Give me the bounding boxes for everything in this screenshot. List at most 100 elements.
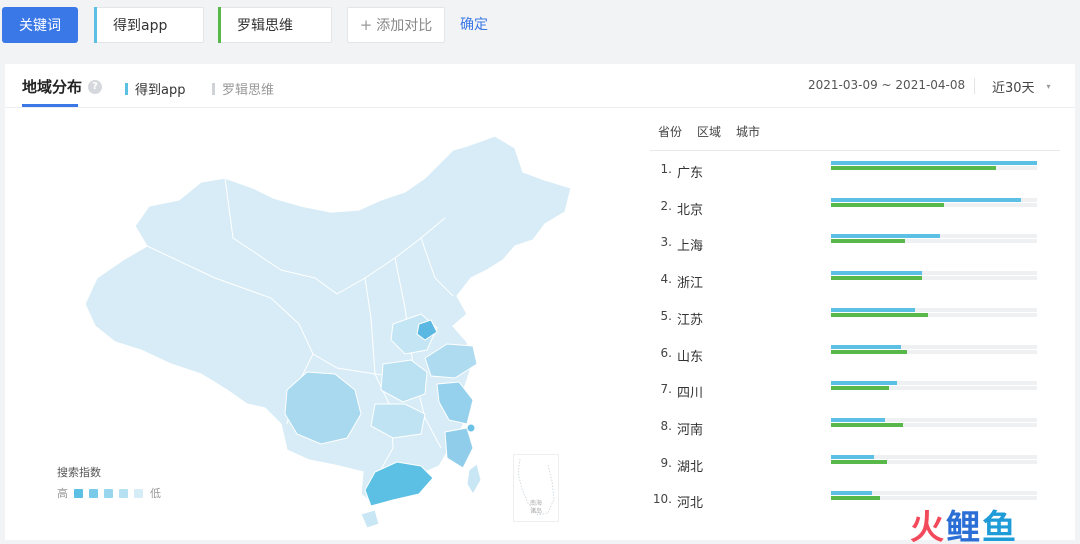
legend-color-mark: [125, 82, 128, 95]
rank-region-name: 山东: [677, 349, 704, 365]
bar-track: [831, 161, 1037, 165]
panel-header: 地域分布 ? 得到app 罗辑思维 2021-03-09 ~ 2021-04-0…: [5, 64, 1075, 108]
bar-keyword-2: [831, 496, 880, 501]
bar-track: [831, 459, 1037, 464]
rank-region-name: 湖北: [677, 459, 704, 475]
bar-track: [831, 166, 1037, 170]
legend-label: 罗辑思维: [222, 83, 275, 98]
tab-region-distribution[interactable]: 地域分布 ?: [22, 76, 103, 97]
watermark-logo: 火鲤鱼: [910, 500, 1018, 544]
keyword-chip-label: 罗辑思维: [237, 18, 293, 34]
bar-keyword-2: [831, 386, 889, 391]
period-dropdown[interactable]: 近30天 ▾: [992, 77, 1051, 96]
keyword-chip-2[interactable]: 罗辑思维: [218, 7, 332, 43]
ranking-row[interactable]: 5. 江苏: [650, 307, 1060, 345]
bar-keyword-2: [831, 276, 922, 281]
watermark-char: 鲤: [946, 508, 982, 544]
map-region-taiwan[interactable]: [466, 463, 482, 495]
rank-number: 1.: [660, 162, 672, 176]
rank-region-name: 浙江: [677, 276, 704, 292]
period-label: 近30天: [992, 81, 1035, 96]
ranking-divider: [650, 150, 1060, 151]
bar-keyword-1: [831, 381, 897, 386]
bar-track: [831, 197, 1037, 202]
tab-title-label: 地域分布: [22, 78, 83, 96]
bar-keyword-2: [831, 166, 996, 170]
rank-region-name: 广东: [677, 166, 704, 181]
map-country-outline: [84, 135, 572, 503]
inset-label: 南海: [530, 499, 542, 507]
ranking-row[interactable]: 7. 四川: [650, 381, 1060, 418]
plus-icon: +: [359, 16, 373, 34]
legend-swatch: [104, 488, 113, 498]
tab-city[interactable]: 城市: [736, 123, 760, 140]
legend-swatch: [134, 488, 143, 498]
confirm-link[interactable]: 确定: [460, 14, 488, 34]
bar-track: [831, 381, 1037, 386]
map-legend: 搜索指数 高 低: [57, 464, 161, 501]
tab-region[interactable]: 区域: [697, 123, 721, 140]
bar-keyword-1: [831, 161, 1037, 165]
rank-region-name: 江苏: [677, 312, 704, 328]
keyword-color-mark: [218, 7, 221, 43]
watermark-char: 火: [910, 508, 946, 544]
bar-track: [831, 239, 1037, 244]
legend-high-label: 高: [57, 487, 68, 500]
rank-number: 10.: [652, 492, 672, 507]
help-circle-icon[interactable]: ?: [88, 79, 103, 94]
ranking-row[interactable]: 8. 河南: [650, 417, 1060, 455]
bar-keyword-2: [831, 422, 903, 427]
bar-track: [831, 417, 1037, 422]
map-region-zhejiang[interactable]: [444, 427, 474, 469]
map-legend-scale: 高 低: [57, 485, 161, 501]
bar-track: [831, 276, 1037, 281]
bar-track: [831, 312, 1037, 317]
keyword-toolbar: 关键词 得到app 罗辑思维 + 添加对比 确定: [0, 0, 1080, 58]
add-compare-label: 添加对比: [376, 18, 433, 34]
keyword-button[interactable]: 关键词: [2, 7, 78, 43]
ranking-row[interactable]: 6. 山东: [650, 344, 1060, 382]
rank-number: 9.: [660, 455, 672, 470]
keyword-color-mark: [94, 7, 97, 43]
bar-track: [831, 386, 1037, 391]
rank-number: 7.: [660, 382, 672, 397]
tab-province[interactable]: 省份: [658, 123, 682, 140]
bar-keyword-2: [831, 202, 944, 207]
bar-keyword-1: [831, 307, 915, 312]
legend-swatch: [74, 488, 83, 498]
legend-low-label: 低: [150, 487, 161, 500]
rank-region-name: 四川: [677, 386, 704, 402]
ranking-tabs: 省份 区域 城市: [658, 123, 775, 140]
rank-region-name: 河北: [677, 496, 704, 512]
bar-track: [831, 307, 1037, 312]
legend-item-1[interactable]: 得到app: [125, 79, 185, 98]
bar-track: [831, 454, 1037, 459]
rank-region-name: 北京: [677, 202, 704, 218]
bar-keyword-2: [831, 459, 887, 464]
region-distribution-panel: 地域分布 ? 得到app 罗辑思维 2021-03-09 ~ 2021-04-0…: [5, 64, 1075, 540]
divider: [974, 78, 975, 94]
map-region-shanghai[interactable]: [466, 423, 476, 433]
map-region-hainan[interactable]: [360, 509, 380, 529]
keyword-chip-1[interactable]: 得到app: [94, 7, 204, 43]
chevron-down-icon: ▾: [1046, 82, 1051, 91]
ranking-row[interactable]: 3. 上海: [650, 234, 1060, 271]
bar-track: [831, 271, 1037, 276]
ranking-row[interactable]: 4. 浙江: [650, 271, 1060, 308]
legend-item-2[interactable]: 罗辑思维: [212, 79, 274, 98]
rank-number: 4.: [660, 272, 672, 287]
bar-track: [831, 491, 1037, 496]
ranking-row[interactable]: 1. 广东: [650, 161, 1060, 198]
ranking-row[interactable]: 9. 湖北: [650, 454, 1060, 492]
bar-track: [831, 349, 1037, 354]
bar-track: [831, 234, 1037, 239]
legend-swatch: [89, 488, 98, 498]
bar-keyword-1: [831, 491, 872, 496]
south-china-sea-inset: 南海 诸岛: [513, 454, 559, 522]
add-compare-button[interactable]: + 添加对比: [347, 7, 445, 43]
inset-label: 诸岛: [530, 507, 542, 515]
date-range[interactable]: 2021-03-09 ~ 2021-04-08: [808, 78, 965, 92]
bar-track: [831, 344, 1037, 349]
rank-number: 2.: [660, 198, 672, 213]
ranking-row[interactable]: 2. 北京: [650, 197, 1060, 235]
